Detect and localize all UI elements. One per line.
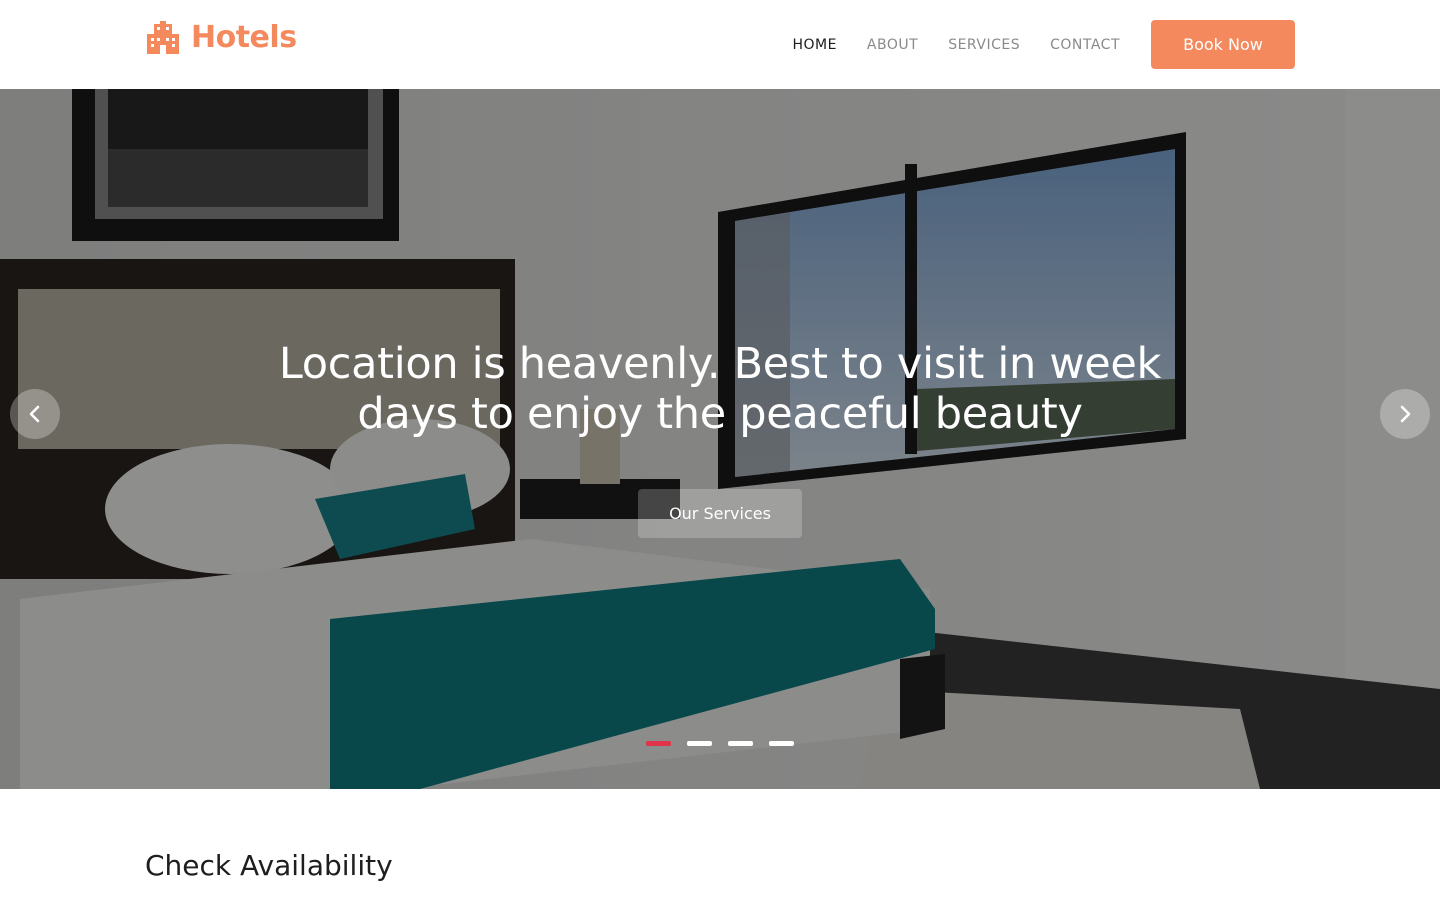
nav-about[interactable]: ABOUT [867, 37, 918, 53]
chevron-left-icon [29, 405, 40, 423]
slider-dot-2[interactable] [687, 741, 712, 746]
site-header: Hotels HOME ABOUT SERVICES CONTACT Book … [0, 0, 1440, 89]
brand-logo[interactable]: Hotels [145, 20, 297, 56]
hero-title-line-2: days to enjoy the peaceful beauty [357, 389, 1083, 439]
main-nav: HOME ABOUT SERVICES CONTACT Book Now [792, 20, 1295, 69]
nav-contact[interactable]: CONTACT [1050, 37, 1120, 53]
our-services-button[interactable]: Our Services [638, 489, 802, 538]
slider-dot-4[interactable] [769, 741, 794, 746]
slider-indicators [646, 741, 794, 746]
check-availability-heading: Check Availability [145, 849, 393, 882]
book-now-button[interactable]: Book Now [1151, 20, 1295, 69]
slider-dot-1[interactable] [646, 741, 671, 746]
slider-prev-button[interactable] [10, 389, 60, 439]
hero-overlay [0, 89, 1440, 789]
chevron-right-icon [1400, 405, 1411, 423]
brand-name: Hotels [191, 20, 297, 55]
nav-home[interactable]: HOME [792, 37, 836, 53]
slider-dot-3[interactable] [728, 741, 753, 746]
slider-next-button[interactable] [1380, 389, 1430, 439]
nav-services[interactable]: SERVICES [948, 37, 1020, 53]
hero-slider: Location is heavenly. Best to visit in w… [0, 89, 1440, 789]
hero-title-line-1: Location is heavenly. Best to visit in w… [278, 339, 1162, 389]
hero-title: Location is heavenly. Best to visit in w… [240, 339, 1200, 439]
hotel-building-icon [147, 21, 179, 54]
